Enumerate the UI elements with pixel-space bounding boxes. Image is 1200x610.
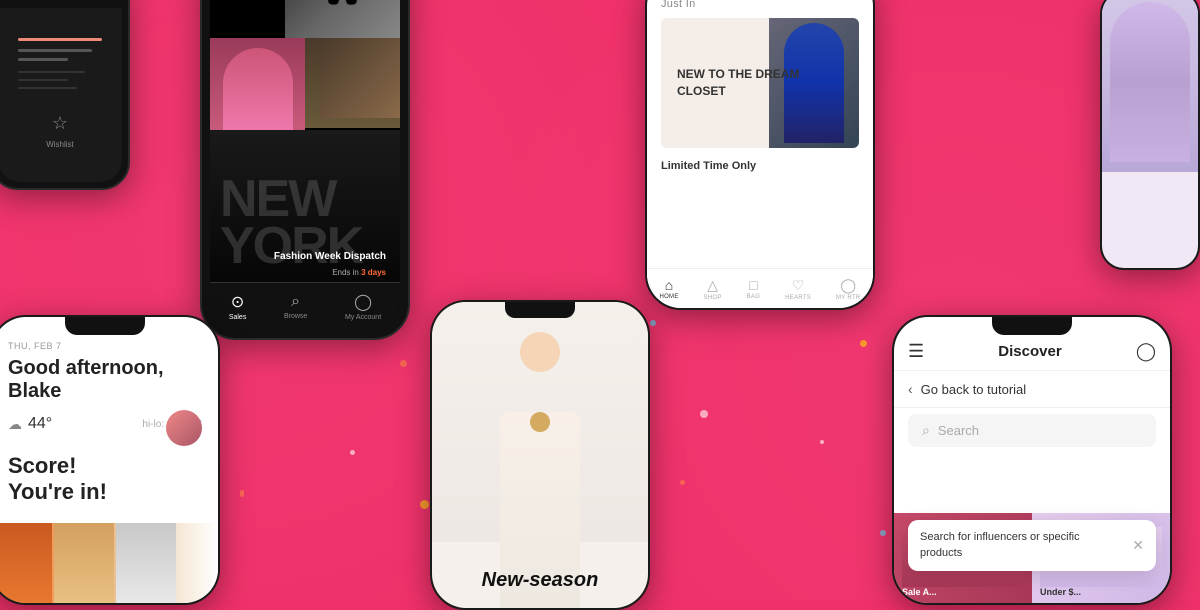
decorative-line: [18, 87, 77, 89]
nav-shop-label: SHOP: [704, 295, 722, 301]
temperature-display: 44°: [28, 415, 52, 433]
bottom-nav: ⊙ Sales ⌕ Browse ◯ My Account: [210, 282, 400, 330]
under-card-label: Under $...: [1040, 587, 1162, 597]
decorative-line: [18, 71, 85, 73]
model-image-right: [305, 38, 400, 128]
avatar: [166, 410, 202, 446]
phone-dream-closet: Just In NEW TO THE DREAM CLOSET Limited …: [645, 0, 875, 310]
clothing-item: [0, 523, 52, 603]
nav-sales[interactable]: ⊙ Sales: [229, 292, 247, 321]
decorative-line: [18, 49, 92, 52]
dream-closet-text: NEW TO THE DREAM CLOSET: [661, 50, 859, 116]
phone-sales: 🕶️ Jimmy Choo Ends in 2 days NEWYORK Fas…: [200, 0, 410, 340]
confetti-dot: [650, 320, 656, 326]
home-icon: ⌂: [665, 277, 673, 293]
phone-notch: [65, 317, 145, 335]
phone3-bottom-nav: ⌂ HOME △ SHOP □ BAG ♡ HEARTS ◯ MY RTR: [647, 268, 873, 308]
fashion-week-days: 3 days: [361, 268, 386, 277]
decorative-line: [18, 58, 68, 61]
tooltip-close-button[interactable]: ✕: [1132, 537, 1144, 554]
profile-icon[interactable]: ◯: [1136, 341, 1156, 362]
search-tooltip: Search for influencers or specific produ…: [908, 520, 1156, 571]
nav-sales-label: Sales: [229, 314, 247, 321]
nav-account-label: My Account: [345, 314, 381, 321]
star-icon: ☆: [46, 113, 74, 134]
nav-hearts-label: HEARTS: [785, 295, 811, 301]
model-head: [520, 332, 560, 372]
search-placeholder-text: Search: [938, 423, 979, 438]
menu-icon[interactable]: ☰: [908, 341, 924, 362]
greeting-text: Good afternoon, Blake: [0, 355, 218, 411]
back-to-tutorial-text: Go back to tutorial: [921, 382, 1027, 397]
cloud-icon: ☁: [8, 416, 22, 433]
nav-bag-label: BAG: [747, 294, 761, 300]
shop-icon: △: [707, 277, 718, 294]
confetti-dot: [860, 340, 867, 347]
fashion-week-ends: Ends in 3 days: [332, 268, 386, 277]
confetti-dot: [700, 410, 708, 418]
my-rtr-icon: ◯: [840, 277, 856, 294]
nav-browse[interactable]: ⌕ Browse: [284, 293, 307, 320]
phone-notch: [505, 302, 575, 318]
glasses-image: 🕶️: [285, 0, 400, 40]
bag-icon: □: [749, 277, 757, 293]
search-bar[interactable]: ⌕ Search: [908, 414, 1156, 447]
clothing-item: [116, 523, 176, 603]
score-text: Score!You're in!: [0, 437, 218, 522]
sales-icon: ⊙: [231, 292, 244, 312]
limited-time-only-label: Limited Time Only: [647, 152, 873, 176]
discover-title: Discover: [998, 343, 1061, 360]
nav-shop[interactable]: △ SHOP: [704, 277, 722, 301]
decorative-line: [18, 38, 102, 41]
back-arrow-icon: ‹: [908, 381, 913, 397]
nav-browse-label: Browse: [284, 313, 307, 320]
product-image: [1110, 2, 1190, 162]
confetti-dot: [400, 360, 407, 367]
phone-fashion-model: New-season: [430, 300, 650, 610]
sale-card-label: Sale A...: [902, 587, 1024, 597]
model-detail: [320, 38, 400, 118]
nav-my-rtr[interactable]: ◯ MY RTR: [836, 277, 861, 301]
just-in-label: Just In: [647, 0, 873, 14]
clothes-strip: [0, 523, 218, 603]
nav-my-rtr-label: MY RTR: [836, 295, 861, 301]
browse-icon: ⌕: [291, 293, 300, 311]
confetti-dot: [350, 450, 355, 455]
fashion-week-label: Fashion Week Dispatch Ends in 3 days: [274, 251, 386, 280]
phone-valentine-partial: VALENTIN Share: [1100, 0, 1200, 270]
nav-hearts[interactable]: ♡ HEARTS: [785, 277, 811, 301]
dream-closet-card[interactable]: NEW TO THE DREAM CLOSET: [661, 18, 859, 148]
tooltip-text: Search for influencers or specific produ…: [920, 530, 1124, 561]
phone-dark-partial: ☆ Wishlist: [0, 0, 130, 190]
wishlist-area: ☆ Wishlist: [46, 113, 74, 152]
jimmy-choo-card: 🕶️: [285, 0, 400, 40]
nav-bag[interactable]: □ BAG: [747, 277, 761, 300]
account-icon: ◯: [354, 292, 372, 312]
confetti-dot: [820, 440, 824, 444]
valentine-image: [1102, 0, 1198, 172]
clothing-item: [54, 523, 114, 603]
hearts-icon: ♡: [792, 277, 805, 294]
new-season-caption: New-season: [482, 569, 599, 591]
confetti-dot: [240, 490, 244, 497]
wishlist-label: Wishlist: [46, 140, 74, 149]
nav-account[interactable]: ◯ My Account: [345, 292, 381, 321]
nav-home-label: HOME: [659, 294, 678, 300]
confetti-dot: [880, 530, 886, 536]
phone-discover: ☰ Discover ◯ ‹ Go back to tutorial ⌕ Sea…: [892, 315, 1172, 605]
jewelry: [530, 412, 550, 432]
back-to-tutorial-row[interactable]: ‹ Go back to tutorial: [894, 371, 1170, 408]
phone-weather-greeting: THU, FEB 7 Good afternoon, Blake ☁ 44° h…: [0, 315, 220, 605]
confetti-dot: [680, 480, 685, 485]
nav-home[interactable]: ⌂ HOME: [659, 277, 678, 300]
phone-notch: [992, 317, 1072, 335]
confetti-dot: [420, 500, 429, 509]
decorative-line: [18, 79, 68, 81]
search-icon: ⌕: [922, 422, 930, 439]
fashion-week-brand: Fashion Week Dispatch: [274, 251, 386, 262]
model-image-area: [432, 302, 648, 542]
